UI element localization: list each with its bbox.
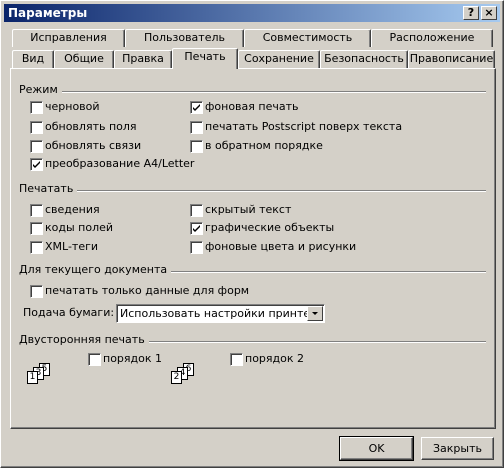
chevron-down-icon [312, 312, 318, 315]
tab-print[interactable]: Печать [172, 48, 238, 69]
page-1: 1 [27, 371, 38, 384]
checkmark-icon [193, 225, 200, 232]
update-fields-label[interactable]: обновлять поля [45, 120, 137, 134]
tab-security[interactable]: Безопасность [320, 50, 408, 68]
field-codes-label[interactable]: коды полей [45, 221, 113, 235]
paper-feed-value: Использовать настройки принтера [120, 307, 324, 320]
checkmark-icon [193, 104, 200, 111]
tab-label: Печать [184, 50, 226, 63]
tab-label: Исправления [30, 31, 107, 44]
draft-label[interactable]: черновой [45, 100, 100, 114]
duplex-order1-pages-icon: 5 3 1 [25, 363, 55, 385]
form-data-only-label[interactable]: печатать только данные для форм [45, 284, 249, 298]
tab-label: Совместимость [262, 31, 353, 44]
background-print-checkbox[interactable] [190, 101, 203, 114]
tab-compatibility[interactable]: Совместимость [244, 29, 371, 47]
tab-general[interactable]: Общие [54, 50, 114, 68]
duplex-order2-checkbox[interactable] [230, 353, 243, 366]
tab-label: Сохранение [244, 52, 314, 65]
duplex-order1-checkbox[interactable] [88, 353, 101, 366]
close-window-button[interactable]: × [481, 6, 497, 20]
update-links-label[interactable]: обновлять связи [45, 139, 141, 153]
ok-button[interactable]: OK [339, 436, 414, 461]
title-bar[interactable]: Параметры ? × [4, 4, 500, 22]
section-title-current-doc: Для текущего документа [19, 263, 172, 276]
background-colors-checkbox[interactable] [190, 241, 203, 254]
section-title-print: Печатать [19, 182, 78, 195]
duplex-order2-label[interactable]: порядок 2 [245, 352, 304, 366]
duplex-order1-label[interactable]: порядок 1 [103, 352, 162, 366]
tab-label: Безопасность [324, 52, 404, 65]
tab-user[interactable]: Пользователь [125, 29, 244, 47]
tab-label: Пользователь [143, 31, 225, 44]
tab-spelling[interactable]: Правописание [408, 50, 495, 68]
tab-corrections[interactable]: Исправления [12, 29, 125, 47]
tab-view[interactable]: Вид [12, 50, 54, 68]
paper-feed-label: Подача бумаги: [23, 306, 115, 319]
tab-edit[interactable]: Правка [114, 50, 172, 68]
postscript-label[interactable]: печатать Postscript поверх текста [205, 120, 402, 134]
tab-label: Вид [21, 52, 45, 65]
reverse-order-checkbox[interactable] [190, 140, 203, 153]
form-data-only-checkbox[interactable] [30, 285, 43, 298]
close-button[interactable]: Закрыть [421, 437, 494, 460]
tab-label: Правка [122, 52, 164, 65]
xml-tags-checkbox[interactable] [30, 241, 43, 254]
dialog-title: Параметры [8, 6, 88, 20]
properties-label[interactable]: сведения [45, 203, 100, 217]
tab-location[interactable]: Расположение [371, 29, 493, 47]
tab-save[interactable]: Сохранение [238, 50, 320, 68]
separator [71, 190, 486, 192]
separator [143, 341, 486, 343]
tab-label: Расположение [389, 31, 475, 44]
help-button[interactable]: ? [463, 6, 479, 20]
a4-letter-checkbox[interactable] [30, 158, 43, 171]
page-2: 2 [171, 371, 182, 384]
update-links-checkbox[interactable] [30, 140, 43, 153]
properties-checkbox[interactable] [30, 204, 43, 217]
update-fields-checkbox[interactable] [30, 121, 43, 134]
tab-label: Правописание [409, 52, 494, 65]
xml-tags-label[interactable]: XML-теги [45, 240, 98, 254]
reverse-order-label[interactable]: в обратном порядке [205, 139, 323, 153]
field-codes-checkbox[interactable] [30, 222, 43, 235]
section-title-duplex: Двусторонняя печать [19, 333, 149, 346]
dropdown-button[interactable] [307, 306, 323, 321]
postscript-checkbox[interactable] [190, 121, 203, 134]
checkmark-icon [33, 161, 40, 168]
duplex-order2-pages-icon: 6 4 2 [169, 363, 199, 385]
background-print-label[interactable]: фоновая печать [205, 100, 298, 114]
separator [156, 271, 486, 273]
separator [61, 91, 486, 93]
options-dialog: Параметры ? × Исправления Пользователь С… [0, 0, 504, 468]
a4-letter-label[interactable]: преобразование A4/Letter [45, 157, 194, 171]
hidden-text-label[interactable]: скрытый текст [205, 203, 291, 217]
paper-feed-select[interactable]: Использовать настройки принтера [116, 304, 325, 323]
close-icon: × [484, 6, 494, 19]
drawing-objects-checkbox[interactable] [190, 222, 203, 235]
tab-label: Общие [64, 52, 104, 65]
background-colors-label[interactable]: фоновые цвета и рисунки [205, 240, 356, 254]
hidden-text-checkbox[interactable] [190, 204, 203, 217]
help-icon: ? [467, 6, 475, 19]
drawing-objects-label[interactable]: графические объекты [205, 221, 334, 235]
draft-checkbox[interactable] [30, 101, 43, 114]
section-title-mode: Режим [19, 83, 62, 96]
